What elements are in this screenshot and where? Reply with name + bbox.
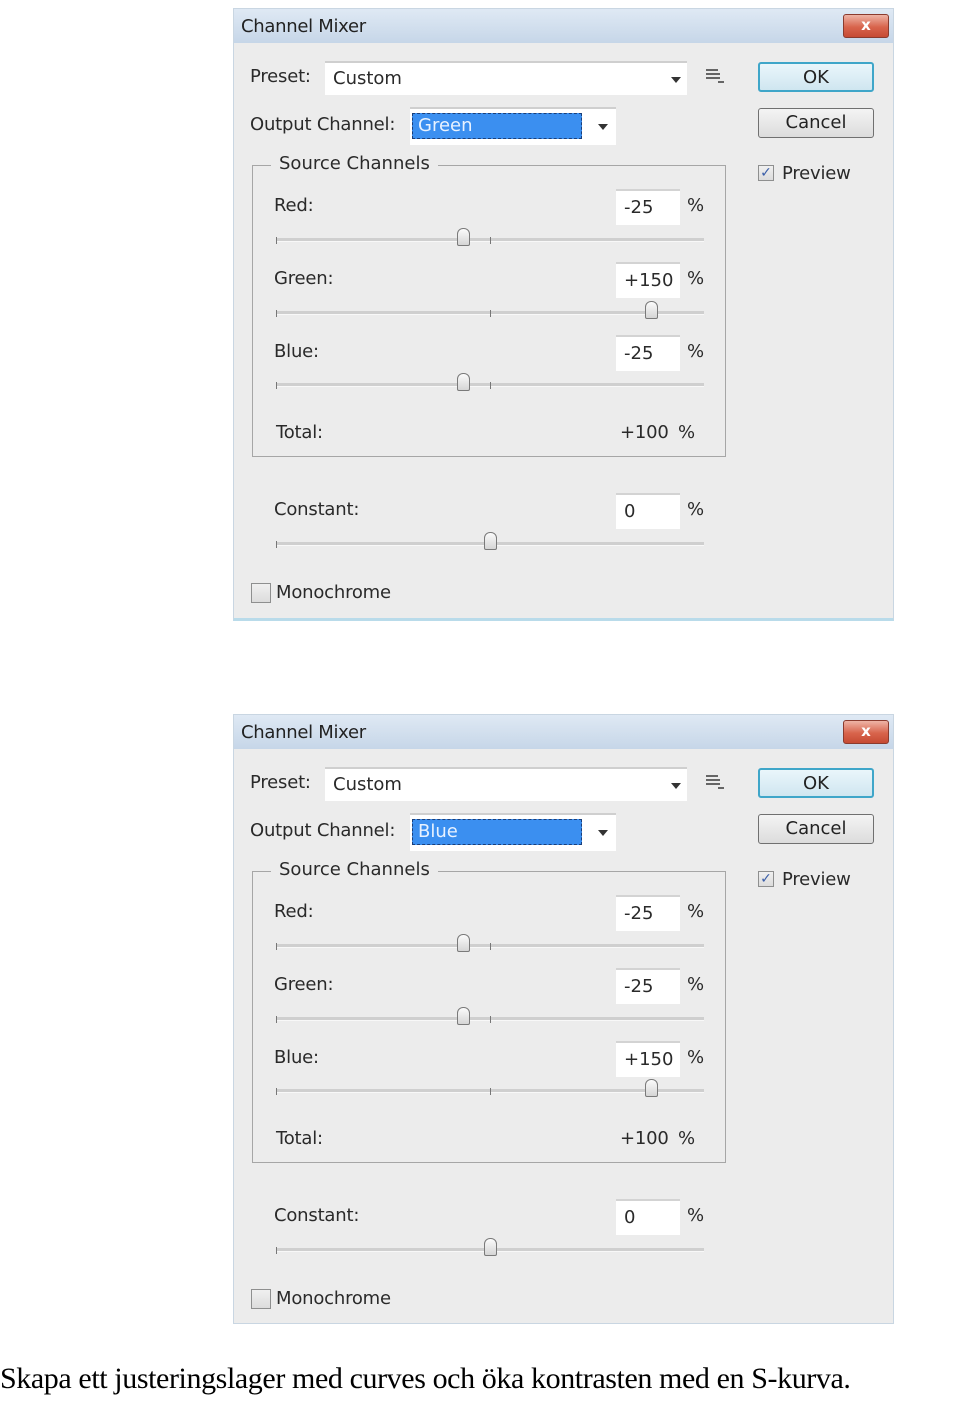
monochrome-checkbox[interactable] bbox=[251, 1289, 271, 1309]
output-channel-value: Blue bbox=[412, 819, 582, 845]
output-channel-label: Output Channel: bbox=[250, 114, 396, 135]
output-channel-dropdown[interactable]: Blue bbox=[410, 813, 616, 851]
red-slider-thumb[interactable] bbox=[457, 228, 471, 246]
red-slider[interactable] bbox=[276, 228, 704, 246]
preset-label: Preset: bbox=[250, 66, 311, 87]
blue-value-input[interactable]: -25 bbox=[616, 335, 680, 371]
green-percent-sign: % bbox=[687, 268, 705, 289]
close-icon: x bbox=[861, 16, 871, 34]
preview-label: Preview bbox=[782, 163, 851, 184]
title-bar[interactable]: Channel Mixer x bbox=[234, 9, 893, 43]
output-channel-dropdown[interactable]: Green bbox=[410, 107, 616, 145]
green-slider-thumb[interactable] bbox=[644, 301, 658, 319]
green-value-input[interactable]: +150 bbox=[616, 262, 680, 298]
constant-value-input[interactable]: 0 bbox=[616, 493, 680, 529]
checkmark-icon: ✓ bbox=[760, 165, 772, 181]
total-value: +100 bbox=[620, 1128, 669, 1149]
constant-slider-thumb[interactable] bbox=[484, 532, 497, 550]
red-percent-sign: % bbox=[687, 195, 705, 216]
ok-button[interactable]: OK bbox=[758, 62, 874, 92]
blue-slider[interactable] bbox=[276, 373, 704, 391]
monochrome-checkbox[interactable] bbox=[251, 583, 271, 603]
total-percent-sign: % bbox=[678, 1128, 695, 1149]
constant-label: Constant: bbox=[274, 1205, 360, 1226]
close-button[interactable]: x bbox=[843, 720, 889, 744]
green-slider-thumb[interactable] bbox=[457, 1007, 471, 1025]
blue-slider[interactable] bbox=[276, 1079, 704, 1097]
total-label: Total: bbox=[276, 422, 323, 443]
total-value: +100 bbox=[620, 422, 669, 443]
dialog-title: Channel Mixer bbox=[241, 722, 366, 743]
blue-slider-thumb[interactable] bbox=[644, 1079, 658, 1097]
ok-button[interactable]: OK bbox=[758, 768, 874, 798]
preview-checkbox[interactable]: ✓ bbox=[758, 871, 774, 887]
constant-slider-thumb[interactable] bbox=[484, 1238, 497, 1256]
preset-value: Custom bbox=[333, 774, 402, 795]
preset-label: Preset: bbox=[250, 772, 311, 793]
green-label: Green: bbox=[274, 268, 334, 289]
preset-dropdown[interactable]: Custom bbox=[325, 61, 687, 95]
blue-value-input[interactable]: +150 bbox=[616, 1041, 680, 1077]
chevron-down-icon bbox=[671, 783, 681, 789]
red-slider-thumb[interactable] bbox=[457, 934, 471, 952]
preset-value: Custom bbox=[333, 68, 402, 89]
red-value-input[interactable]: -25 bbox=[616, 895, 680, 931]
chevron-down-icon bbox=[671, 77, 681, 83]
preset-dropdown[interactable]: Custom bbox=[325, 767, 687, 801]
output-channel-label: Output Channel: bbox=[250, 820, 396, 841]
total-label: Total: bbox=[276, 1128, 323, 1149]
green-slider[interactable] bbox=[276, 1007, 704, 1025]
source-channels-title: Source Channels bbox=[271, 859, 438, 880]
monochrome-label: Monochrome bbox=[276, 582, 391, 603]
source-channels-title: Source Channels bbox=[271, 153, 438, 174]
channel-mixer-dialog-blue: Channel Mixer x Preset: Custom Output Ch… bbox=[233, 714, 894, 1324]
red-label: Red: bbox=[274, 195, 314, 216]
preview-label: Preview bbox=[782, 869, 851, 890]
green-percent-sign: % bbox=[687, 974, 705, 995]
constant-slider[interactable] bbox=[276, 1238, 704, 1256]
green-slider[interactable] bbox=[276, 301, 704, 319]
constant-value-input[interactable]: 0 bbox=[616, 1199, 680, 1235]
cancel-button[interactable]: Cancel bbox=[758, 108, 874, 138]
chevron-down-icon bbox=[598, 124, 608, 130]
preset-options-menu-icon[interactable] bbox=[706, 773, 726, 791]
cancel-button[interactable]: Cancel bbox=[758, 814, 874, 844]
preview-checkbox[interactable]: ✓ bbox=[758, 165, 774, 181]
constant-percent-sign: % bbox=[687, 1205, 705, 1226]
blue-label: Blue: bbox=[274, 1047, 319, 1068]
channel-mixer-dialog-green: Channel Mixer x Preset: Custom Output Ch… bbox=[233, 8, 894, 621]
constant-label: Constant: bbox=[274, 499, 360, 520]
red-label: Red: bbox=[274, 901, 314, 922]
total-percent-sign: % bbox=[678, 422, 695, 443]
title-bar[interactable]: Channel Mixer x bbox=[234, 715, 893, 749]
constant-percent-sign: % bbox=[687, 499, 705, 520]
output-channel-value: Green bbox=[412, 113, 582, 139]
checkmark-icon: ✓ bbox=[760, 871, 772, 887]
blue-percent-sign: % bbox=[687, 1047, 705, 1068]
close-button[interactable]: x bbox=[843, 14, 889, 38]
chevron-down-icon bbox=[598, 830, 608, 836]
blue-slider-thumb[interactable] bbox=[457, 373, 471, 391]
constant-slider[interactable] bbox=[276, 532, 704, 550]
preset-options-menu-icon[interactable] bbox=[706, 67, 726, 85]
red-slider[interactable] bbox=[276, 934, 704, 952]
blue-percent-sign: % bbox=[687, 341, 705, 362]
caption-text: Skapa ett justeringslager med curves och… bbox=[0, 1362, 851, 1395]
blue-label: Blue: bbox=[274, 341, 319, 362]
green-value-input[interactable]: -25 bbox=[616, 968, 680, 1004]
dialog-title: Channel Mixer bbox=[241, 16, 366, 37]
red-value-input[interactable]: -25 bbox=[616, 189, 680, 225]
close-icon: x bbox=[861, 722, 871, 740]
green-label: Green: bbox=[274, 974, 334, 995]
red-percent-sign: % bbox=[687, 901, 705, 922]
monochrome-label: Monochrome bbox=[276, 1288, 391, 1309]
